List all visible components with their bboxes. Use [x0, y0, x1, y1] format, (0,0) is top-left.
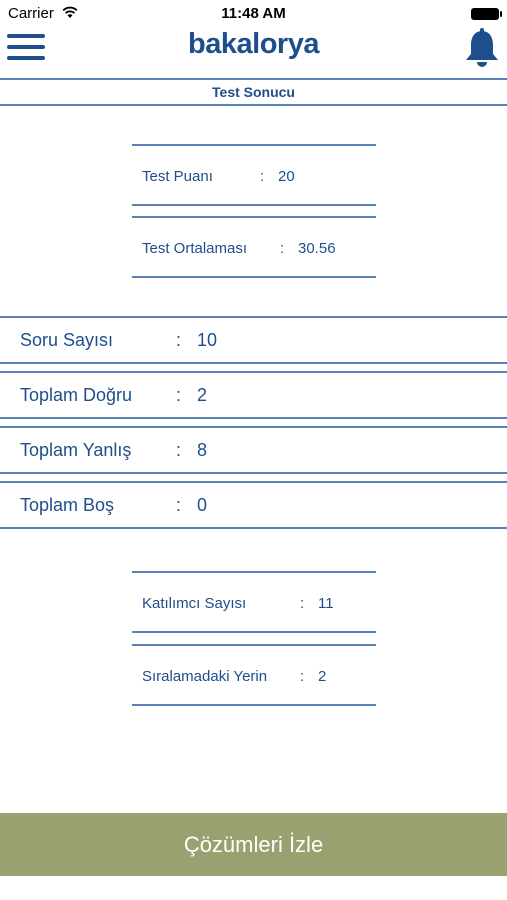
bell-icon[interactable]: [464, 28, 500, 68]
score-separator: :: [260, 168, 265, 185]
ranking-label: Sıralamadaki Yerin: [142, 668, 268, 685]
stat-value: 8: [197, 440, 208, 460]
stat-row: Toplam Boş : 0: [0, 481, 507, 529]
stat-label: Toplam Boş: [20, 495, 115, 515]
average-value: 30.56: [298, 240, 336, 257]
stat-value: 2: [197, 385, 208, 405]
status-bar: Carrier 11:48 AM: [0, 0, 507, 28]
average-label: Test Ortalaması: [142, 240, 248, 257]
stat-label: Toplam Doğru: [20, 385, 133, 405]
clock: 11:48 AM: [221, 5, 286, 22]
logo: bakalorya: [188, 28, 319, 60]
stat-row: Toplam Yanlış : 8: [0, 426, 507, 474]
score-card-row: Test Puanı : 20: [132, 144, 376, 206]
stat-row: Toplam Doğru : 2: [0, 371, 507, 419]
nav-bar: bakalorya: [0, 28, 507, 78]
stat-separator: :: [176, 495, 182, 515]
stat-row: Soru Sayısı : 10: [0, 316, 507, 364]
ranking-card-row: Sıralamadaki Yerin : 2: [132, 644, 376, 706]
battery-icon: [471, 8, 502, 20]
stat-label: Toplam Yanlış: [20, 440, 132, 460]
participants-card-row: Katılımcı Sayısı : 11: [132, 571, 376, 633]
stat-value: 10: [197, 330, 218, 350]
stat-separator: :: [176, 385, 182, 405]
ranking-value: 2: [318, 668, 327, 685]
average-card-row: Test Ortalaması : 30.56: [132, 216, 376, 278]
participants-value: 11: [318, 595, 334, 612]
participants-separator: :: [300, 595, 305, 612]
stat-separator: :: [176, 440, 182, 460]
average-separator: :: [280, 240, 285, 257]
score-value: 20: [278, 168, 295, 185]
participants-label: Katılımcı Sayısı: [142, 595, 247, 612]
ranking-separator: :: [300, 668, 305, 685]
stat-label: Soru Sayısı: [20, 330, 114, 350]
view-solutions-button[interactable]: Çözümleri İzle: [0, 813, 507, 876]
stat-value: 0: [197, 495, 208, 515]
score-label: Test Puanı: [142, 168, 213, 185]
stat-separator: :: [176, 330, 182, 350]
page-title: Test Sonucu: [0, 78, 507, 106]
